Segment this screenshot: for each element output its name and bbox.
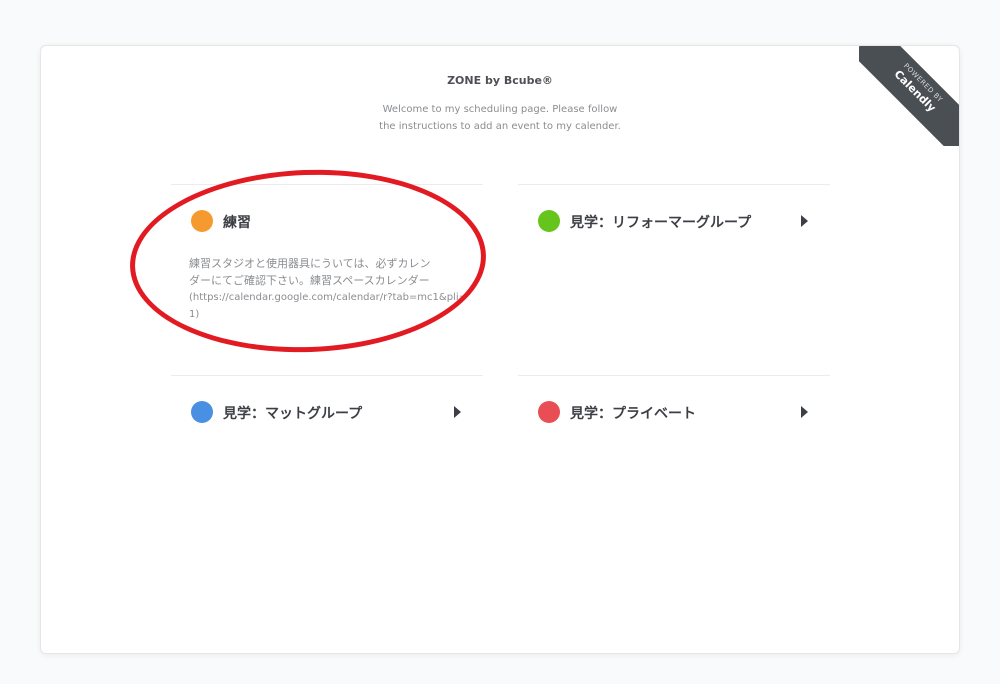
event-type-private[interactable]: 見学：プライベート [518, 375, 830, 446]
event-color-dot [191, 401, 213, 423]
event-name: 見学：リフォーマーグループ [570, 215, 752, 231]
chevron-right-icon [801, 215, 808, 227]
welcome-message: Welcome to my scheduling page. Please fo… [379, 104, 621, 132]
scheduling-card: POWERED BY Calendly ZONE by Bcube® Welco… [40, 45, 960, 654]
event-color-dot [538, 401, 560, 423]
event-name: 見学：プライベート [570, 406, 696, 422]
event-type-reformer-group[interactable]: 見学：リフォーマーグループ [518, 184, 830, 375]
page-title: ZONE by Bcube® [447, 74, 553, 87]
event-name: 見学：マットグループ [223, 406, 363, 422]
page-header: ZONE by Bcube® Welcome to my scheduling … [41, 74, 959, 135]
chevron-right-icon [801, 406, 808, 418]
chevron-right-icon [454, 406, 461, 418]
event-type-mat-group[interactable]: 見学：マットグループ [171, 375, 483, 446]
event-color-dot [538, 210, 560, 232]
